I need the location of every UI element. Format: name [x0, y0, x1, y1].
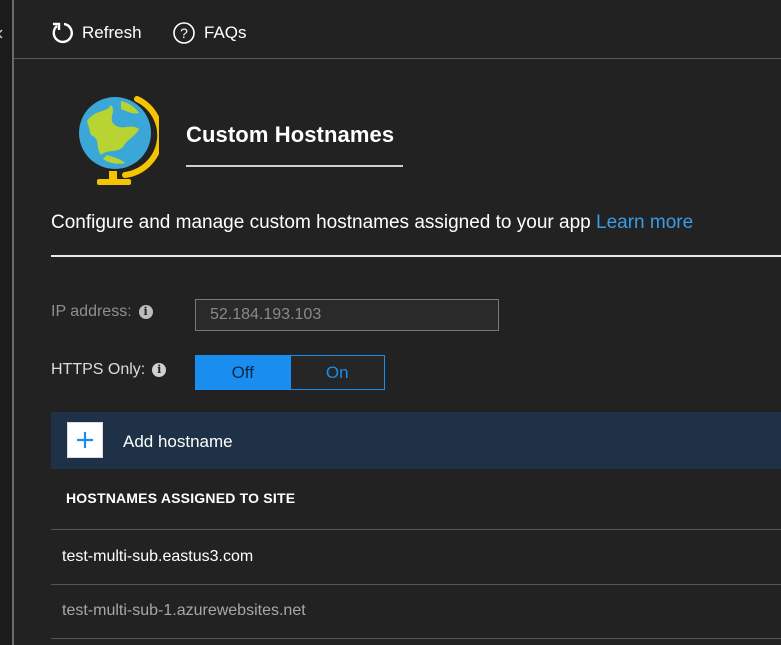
- svg-text:?: ?: [180, 25, 188, 41]
- refresh-button[interactable]: Refresh: [50, 18, 142, 48]
- info-icon[interactable]: i: [138, 305, 153, 319]
- row-divider: [51, 584, 781, 585]
- refresh-icon: [50, 21, 74, 45]
- faqs-label: FAQs: [204, 23, 247, 42]
- row-divider: [51, 529, 781, 530]
- description-text: Configure and manage custom hostnames as…: [51, 212, 596, 233]
- add-hostname-button[interactable]: Add hostname: [51, 412, 781, 469]
- row-divider: [51, 638, 781, 639]
- https-on-option[interactable]: On: [289, 356, 384, 389]
- learn-more-link[interactable]: Learn more: [596, 212, 693, 233]
- table-row[interactable]: test-multi-sub-1.azurewebsites.net: [62, 602, 306, 620]
- info-icon[interactable]: i: [152, 363, 167, 377]
- add-hostname-label: Add hostname: [123, 432, 233, 451]
- https-only-label-row: HTTPS Only: i: [51, 361, 167, 379]
- app-window: Refresh ? FAQs Custom Hostnames Configur…: [0, 0, 781, 645]
- https-only-toggle[interactable]: Off On: [195, 355, 385, 390]
- ip-address-field[interactable]: 52.184.193.103: [195, 299, 499, 331]
- chevron-left-icon[interactable]: [0, 29, 6, 39]
- plus-icon: [67, 422, 103, 458]
- divider: [51, 255, 781, 257]
- hostnames-table-header: HOSTNAMES ASSIGNED TO SITE: [66, 490, 296, 506]
- https-only-label: HTTPS Only:: [51, 361, 146, 378]
- ip-address-label: IP address:: [51, 303, 132, 320]
- page-title: Custom Hostnames: [186, 122, 395, 147]
- globe-icon: [77, 93, 164, 187]
- description: Configure and manage custom hostnames as…: [51, 212, 693, 234]
- ip-address-label-row: IP address: i: [51, 303, 153, 321]
- toolbar: Refresh ? FAQs: [14, 0, 781, 59]
- https-off-option[interactable]: Off: [196, 356, 290, 389]
- table-row[interactable]: test-multi-sub.eastus3.com: [62, 548, 253, 566]
- question-circle-icon: ?: [172, 21, 196, 45]
- collapse-strip[interactable]: [0, 0, 14, 645]
- title-underline: [186, 165, 403, 167]
- faqs-button[interactable]: ? FAQs: [172, 18, 247, 48]
- refresh-label: Refresh: [82, 23, 142, 42]
